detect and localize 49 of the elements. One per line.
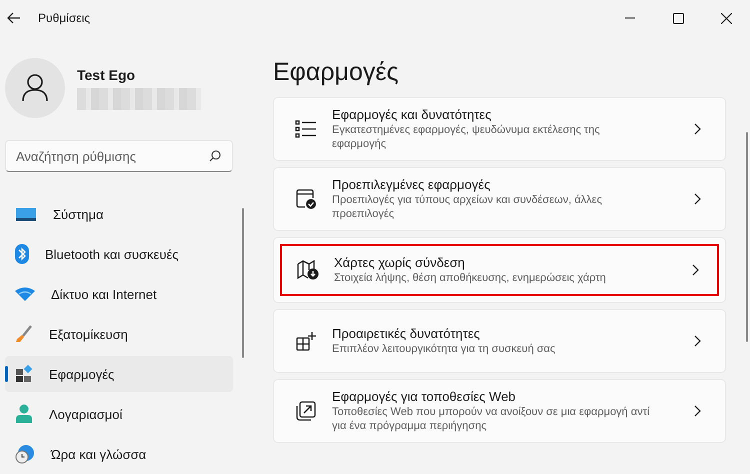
person-icon <box>15 404 33 424</box>
maximize-icon <box>672 12 684 24</box>
card-description: Τοποθεσίες Web που μπορούν να ανοίξουν σε μια εφαρμογή αντί για ένα πρόγραμμα περιήγησης <box>332 404 650 434</box>
map-download-icon <box>297 260 319 280</box>
chevron-icon <box>692 264 699 276</box>
card-title: Εφαρμογές και δυνατότητες <box>332 106 492 122</box>
settings-card[interactable]: Προεπιλεγμένες εφαρμογές Προεπιλογές για τύπους αρχείων και συνδέσεων, άλλες προεπιλογές <box>273 167 726 231</box>
card-title: Εφαρμογές για τοποθεσίες Web <box>332 388 517 404</box>
scrollbar[interactable] <box>746 132 748 342</box>
search-field[interactable]: Αναζήτηση ρύθμισης <box>5 140 233 172</box>
monitor-icon <box>15 206 37 222</box>
chevron-icon <box>694 405 701 417</box>
link-window-icon <box>296 401 316 421</box>
window-check-icon <box>295 188 317 210</box>
window-title: Ρυθμίσεις <box>38 11 90 25</box>
bluetooth-icon <box>15 244 29 264</box>
settings-card[interactable]: Εφαρμογές και δυνατότητες Εγκατεστημένες εφαρμογές, ψευδώνυμα εκτέλεσης της εφαρμογής <box>273 97 726 161</box>
scrollbar[interactable] <box>242 208 244 358</box>
chevron-icon <box>694 123 701 135</box>
card-title: Προαιρετικές δυνατότητες <box>332 326 481 341</box>
list-icon <box>295 120 317 138</box>
grid-plus-icon <box>296 331 316 351</box>
nav-item[interactable]: Λογαριασμοί <box>5 396 233 432</box>
wifi-icon <box>15 287 35 301</box>
card-title: Προεπιλεγμένες εφαρμογές <box>332 176 492 192</box>
brush-icon <box>15 325 33 343</box>
chevron-icon <box>694 335 701 347</box>
card-description: Επιπλέον λειτουργικότητα για τη συσκευή σας <box>332 342 556 356</box>
card-description: Προεπιλογές για τύπους αρχείων και συνδέσεων, άλλες προεπιλογές <box>332 192 604 222</box>
nav-item[interactable]: Εξατομίκευση <box>5 316 233 352</box>
settings-card[interactable]: Χάρτες χωρίς σύνδεση Στοιχεία λήψης, θέση αποθήκευσης, ενημερώσεις χάρτη <box>273 237 726 303</box>
back-arrow-icon <box>7 12 21 24</box>
nav-item[interactable]: Εφαρμογές <box>5 356 233 392</box>
nav-item[interactable]: Ώρα και γλώσσα <box>5 436 233 472</box>
search-icon <box>209 150 221 162</box>
close-icon <box>720 12 732 24</box>
settings-card[interactable]: Προαιρετικές δυνατότητες Επιπλέον λειτουργικότητα για τη συσκευή σας <box>273 309 726 373</box>
settings-card[interactable]: Εφαρμογές για τοποθεσίες Web Τοποθεσίες Web που μπορούν να ανοίξουν σε μια εφαρμογή αντί για ένα πρόγραμμα περιήγησης <box>273 379 726 443</box>
chevron-icon <box>694 193 701 205</box>
page-title: Εφαρμογές <box>273 58 400 87</box>
nav-item[interactable]: Δίκτυο και Internet <box>5 276 233 312</box>
card-description: Εγκατεστημένες εφαρμογές, ψευδώνυμα εκτέλεσης της εφαρμογής <box>332 122 601 152</box>
nav-item[interactable]: Bluetooth και συσκευές <box>5 236 233 272</box>
clock-globe-icon <box>15 444 35 464</box>
card-description: Στοιχεία λήψης, θέση αποθήκευσης, ενημερώσεις χάρτη <box>334 270 607 286</box>
user-name: Test Ego <box>77 66 136 82</box>
apps-icon <box>15 365 33 383</box>
nav-item[interactable]: Σύστημα <box>5 196 233 232</box>
card-title: Χάρτες χωρίς σύνδεση <box>334 254 466 270</box>
